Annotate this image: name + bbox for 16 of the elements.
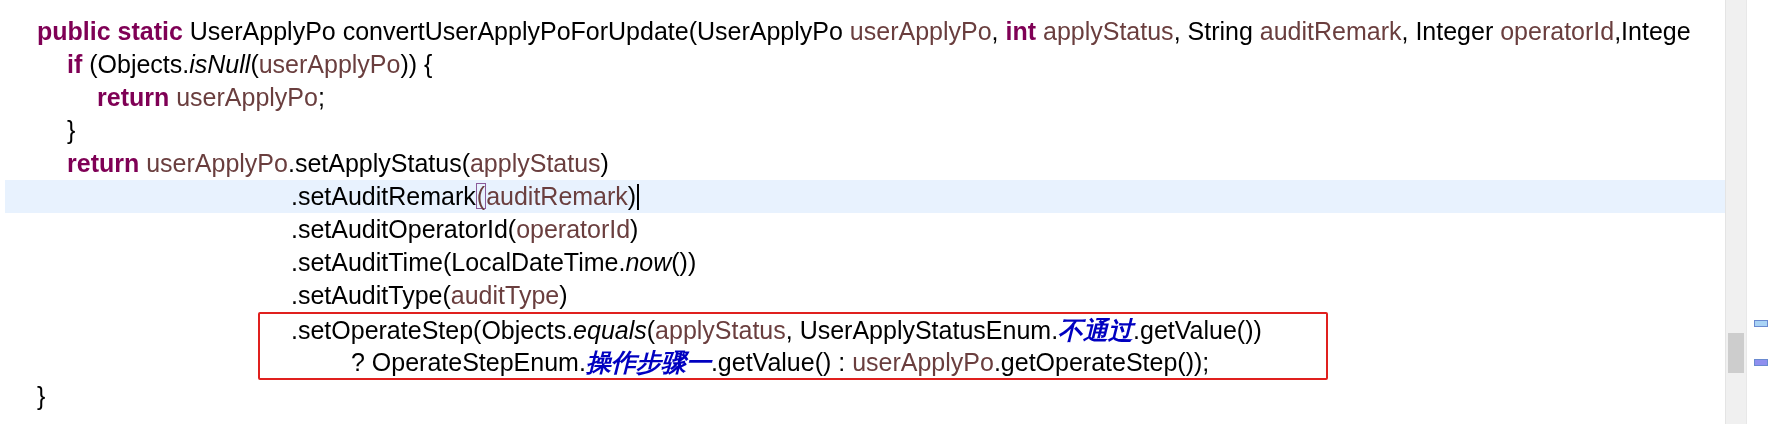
code-line: .setAuditRemark(auditRemark)	[291, 181, 637, 212]
code-line: ? OperateStepEnum.操作步骤一.getValue() : userApplyPo.getOperateStep());	[351, 347, 1210, 378]
ruler-mark[interactable]	[1754, 359, 1768, 366]
code-line: }	[67, 115, 76, 146]
code-line: .setAuditTime(LocalDateTime.now())	[291, 247, 697, 278]
code-line: return userApplyPo;	[97, 82, 325, 113]
ruler-mark[interactable]	[1754, 320, 1768, 327]
scrollbar-thumb[interactable]	[1728, 333, 1744, 373]
code-line: if (Objects.isNull(userApplyPo)) {	[67, 49, 433, 80]
scrollbar-track[interactable]	[1725, 0, 1746, 424]
code-line: }	[37, 381, 46, 412]
code-line: return userApplyPo.setApplyStatus(applyStatus)	[67, 148, 609, 179]
code-line: .setAuditOperatorId(operatorId)	[291, 214, 639, 245]
code-line: public static UserApplyPo convertUserApplyPoForUpdate(UserApplyPo userApplyPo, int applyStatus, String auditRemark, Integer operatorId,Intege	[37, 16, 1691, 47]
code-line: .setOperateStep(Objects.equals(applyStatus, UserApplyStatusEnum.不通过.getValue())	[291, 315, 1262, 346]
code-line: .setAuditType(auditType)	[291, 280, 568, 311]
